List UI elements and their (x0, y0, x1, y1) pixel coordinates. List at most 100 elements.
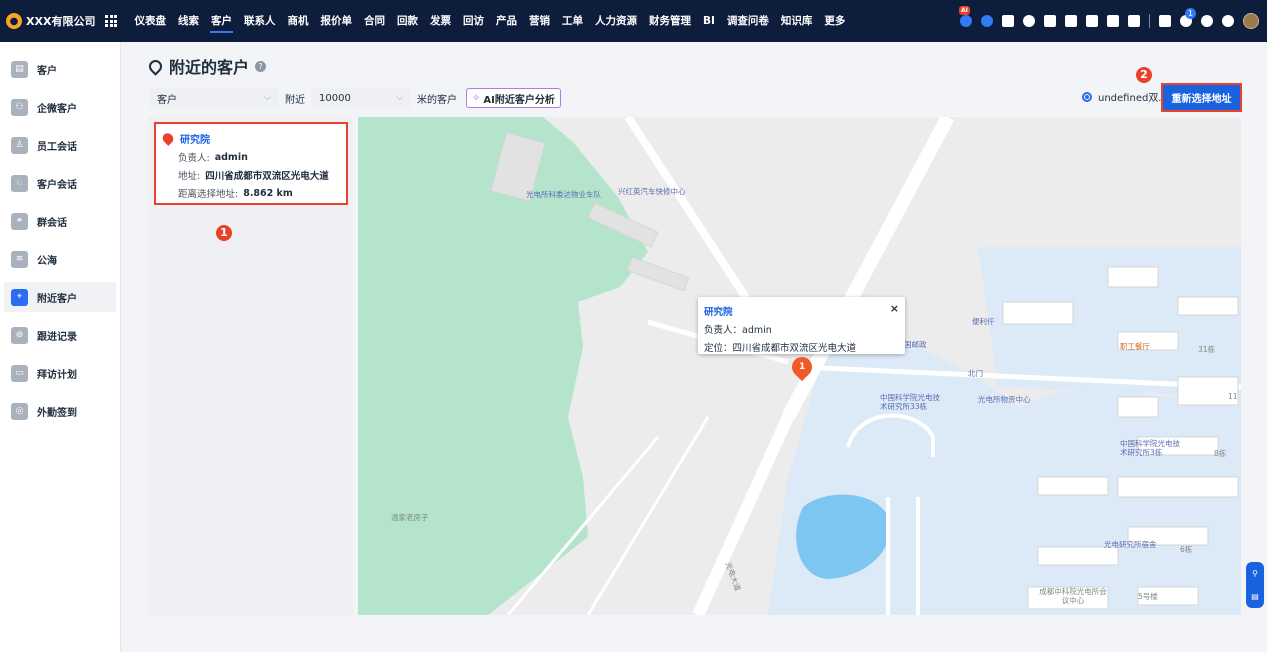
map-pin-icon: 1 (787, 352, 817, 382)
nav-item[interactable]: 知识库 (775, 0, 819, 42)
bell-icon[interactable]: 1 (1180, 8, 1196, 27)
nav-item[interactable]: 发票 (424, 0, 457, 42)
main-content: 附近的客户 ? 客户 ⌵ 附近 10000 ⌵ 米的客户 ✧ AI附近客户分析 … (122, 42, 1267, 652)
nav-item[interactable]: 回款 (391, 0, 424, 42)
nav-item[interactable]: 人力资源 (589, 0, 643, 42)
sidebar-item[interactable]: ♘ 客户会话 (4, 168, 116, 198)
sidebar-item-label: 拜访计划 (37, 369, 77, 381)
distance-select[interactable]: 10000 ⌵ (311, 88, 411, 108)
step-marker-1: 1 (216, 225, 232, 241)
poi-label: 光电研究所宿舍 (1104, 540, 1157, 549)
phone-icon[interactable] (1107, 15, 1119, 27)
message-icon[interactable] (981, 15, 993, 27)
notification-badge: 1 (1185, 8, 1196, 19)
page-title: 附近的客户 ? (146, 54, 267, 78)
calendar-icon[interactable] (1128, 15, 1140, 27)
staff-chat-icon: ♙ (11, 136, 28, 154)
poi-label: 成都中科院光电所会议中心 (1039, 587, 1107, 605)
settings-gear-icon[interactable] (1222, 15, 1234, 27)
sidebar-item[interactable]: ≋ 公海 (4, 244, 116, 274)
note-icon[interactable]: ▤ (1251, 592, 1259, 601)
sidebar-item[interactable]: ◎ 外勤签到 (4, 396, 116, 426)
brand-name: XXX有限公司 (26, 15, 96, 28)
building-label: 8栋 (1214, 449, 1227, 458)
nav-item[interactable]: 调查问卷 (721, 0, 775, 42)
checkin-icon: ◎ (11, 402, 28, 420)
type-select-value: 客户 (157, 94, 177, 106)
ai-assistant-icon[interactable]: AI (959, 6, 972, 27)
chevron-down-icon: ⌵ (264, 93, 271, 103)
nav-item[interactable]: BI (697, 0, 721, 42)
sidebar-item-label: 公海 (37, 255, 57, 267)
nav-item[interactable]: 更多 (818, 0, 851, 42)
customer-card[interactable]: 研究院 负责人: admin 地址: 四川省成都市双流区光电大道 距离选择地址:… (154, 122, 348, 205)
divider (1149, 14, 1150, 28)
customer-map-marker[interactable]: 1 (787, 352, 817, 382)
location-pin-icon: ⌖ (11, 288, 28, 306)
sidebar-item-label: 员工会话 (37, 141, 77, 153)
building-label: 11 (1228, 392, 1238, 401)
sea-icon: ≋ (11, 250, 28, 268)
document-icon[interactable] (1086, 15, 1098, 27)
location-pin-icon (146, 56, 165, 76)
type-select[interactable]: 客户 ⌵ (149, 88, 279, 108)
reselect-address-button[interactable]: 重新选择地址 (1161, 83, 1242, 112)
help-icon[interactable] (1201, 15, 1213, 27)
nav-item[interactable]: 线索 (172, 0, 205, 42)
nav-item[interactable]: 回访 (457, 0, 490, 42)
calendar-icon: ▭ (11, 364, 28, 382)
help-icon[interactable]: ? (255, 60, 267, 72)
map-view[interactable]: 光电所科委达物业车队 兴红英汽车快修中心 便利仟 国邮政 职工餐厅 北门 中国科… (358, 117, 1241, 615)
ai-analysis-button[interactable]: ✧ AI附近客户分析 (466, 88, 561, 108)
brand[interactable]: ● XXX有限公司 (6, 13, 95, 29)
filter-bar: 客户 ⌵ 附近 10000 ⌵ 米的客户 ✧ AI附近客户分析 (149, 88, 561, 108)
marker-number: 1 (798, 362, 806, 373)
building-label: 6栋 (1180, 545, 1193, 554)
floating-tools[interactable]: ⚲ ▤ (1246, 562, 1264, 608)
poi-label: 兴红英汽车快修中心 (618, 187, 686, 196)
sidebar-item[interactable]: ⚭ 群会话 (4, 206, 116, 236)
globe-icon[interactable] (1023, 15, 1035, 27)
sidebar-item[interactable]: ▤ 客户 (4, 54, 116, 84)
pin-icon[interactable] (1002, 15, 1014, 27)
sidebar-item[interactable]: ▭ 拜访计划 (4, 358, 116, 388)
user-icon[interactable] (1065, 15, 1077, 27)
share-icon[interactable]: ⚲ (1252, 569, 1258, 578)
nav-item[interactable]: 营销 (523, 0, 556, 42)
nav-item[interactable]: 工单 (556, 0, 589, 42)
target-location-icon (1082, 91, 1092, 102)
popup-owner: 负责人：admin (704, 325, 772, 336)
poi-label: 光电所科委达物业车队 (526, 190, 601, 199)
ai-analysis-label: AI附近客户分析 (483, 94, 555, 106)
nav-item[interactable]: 联系人 (238, 0, 282, 42)
customer-name[interactable]: 研究院 (180, 131, 210, 146)
sidebar-item[interactable]: ⌖ 附近客户 (4, 282, 116, 312)
map-info-popup: 研究院 负责人：admin 定位：四川省成都市双流区光电大道 × (698, 297, 905, 354)
popup-title[interactable]: 研究院 (704, 304, 899, 318)
customer-chat-icon: ♘ (11, 174, 28, 192)
wecom-customer-icon: ⚇ (11, 98, 28, 116)
nav-item[interactable]: 客户 (205, 0, 238, 42)
step-marker-2: 2 (1136, 67, 1152, 83)
nav-item[interactable]: 商机 (281, 0, 314, 42)
brand-logo-icon: ● (6, 13, 22, 29)
report-icon[interactable] (1159, 15, 1171, 27)
owner-value: admin (214, 151, 248, 163)
app-grid-icon[interactable] (105, 15, 118, 27)
page-title-text: 附近的客户 (169, 58, 250, 77)
nav-item[interactable]: 仪表盘 (128, 0, 172, 42)
avatar[interactable] (1243, 13, 1259, 29)
nav-item[interactable]: 产品 (490, 0, 523, 42)
sidebar-item[interactable]: ⊚ 跟进记录 (4, 320, 116, 350)
sidebar-item[interactable]: ♙ 员工会话 (4, 130, 116, 160)
distance-select-value: 10000 (319, 92, 351, 104)
nav-item[interactable]: 财务管理 (643, 0, 697, 42)
sidebar-item[interactable]: ⚇ 企微客户 (4, 92, 116, 122)
close-icon[interactable]: × (890, 302, 899, 315)
poi-label: 中国科学院光电技术研究所3栋 (1120, 439, 1180, 457)
mail-icon[interactable] (1044, 15, 1056, 27)
nav-item[interactable]: 报价单 (314, 0, 358, 42)
poi-label: 便利仟 (972, 317, 995, 326)
distance-label: 距离选择地址: (178, 189, 239, 200)
nav-item[interactable]: 合同 (358, 0, 391, 42)
